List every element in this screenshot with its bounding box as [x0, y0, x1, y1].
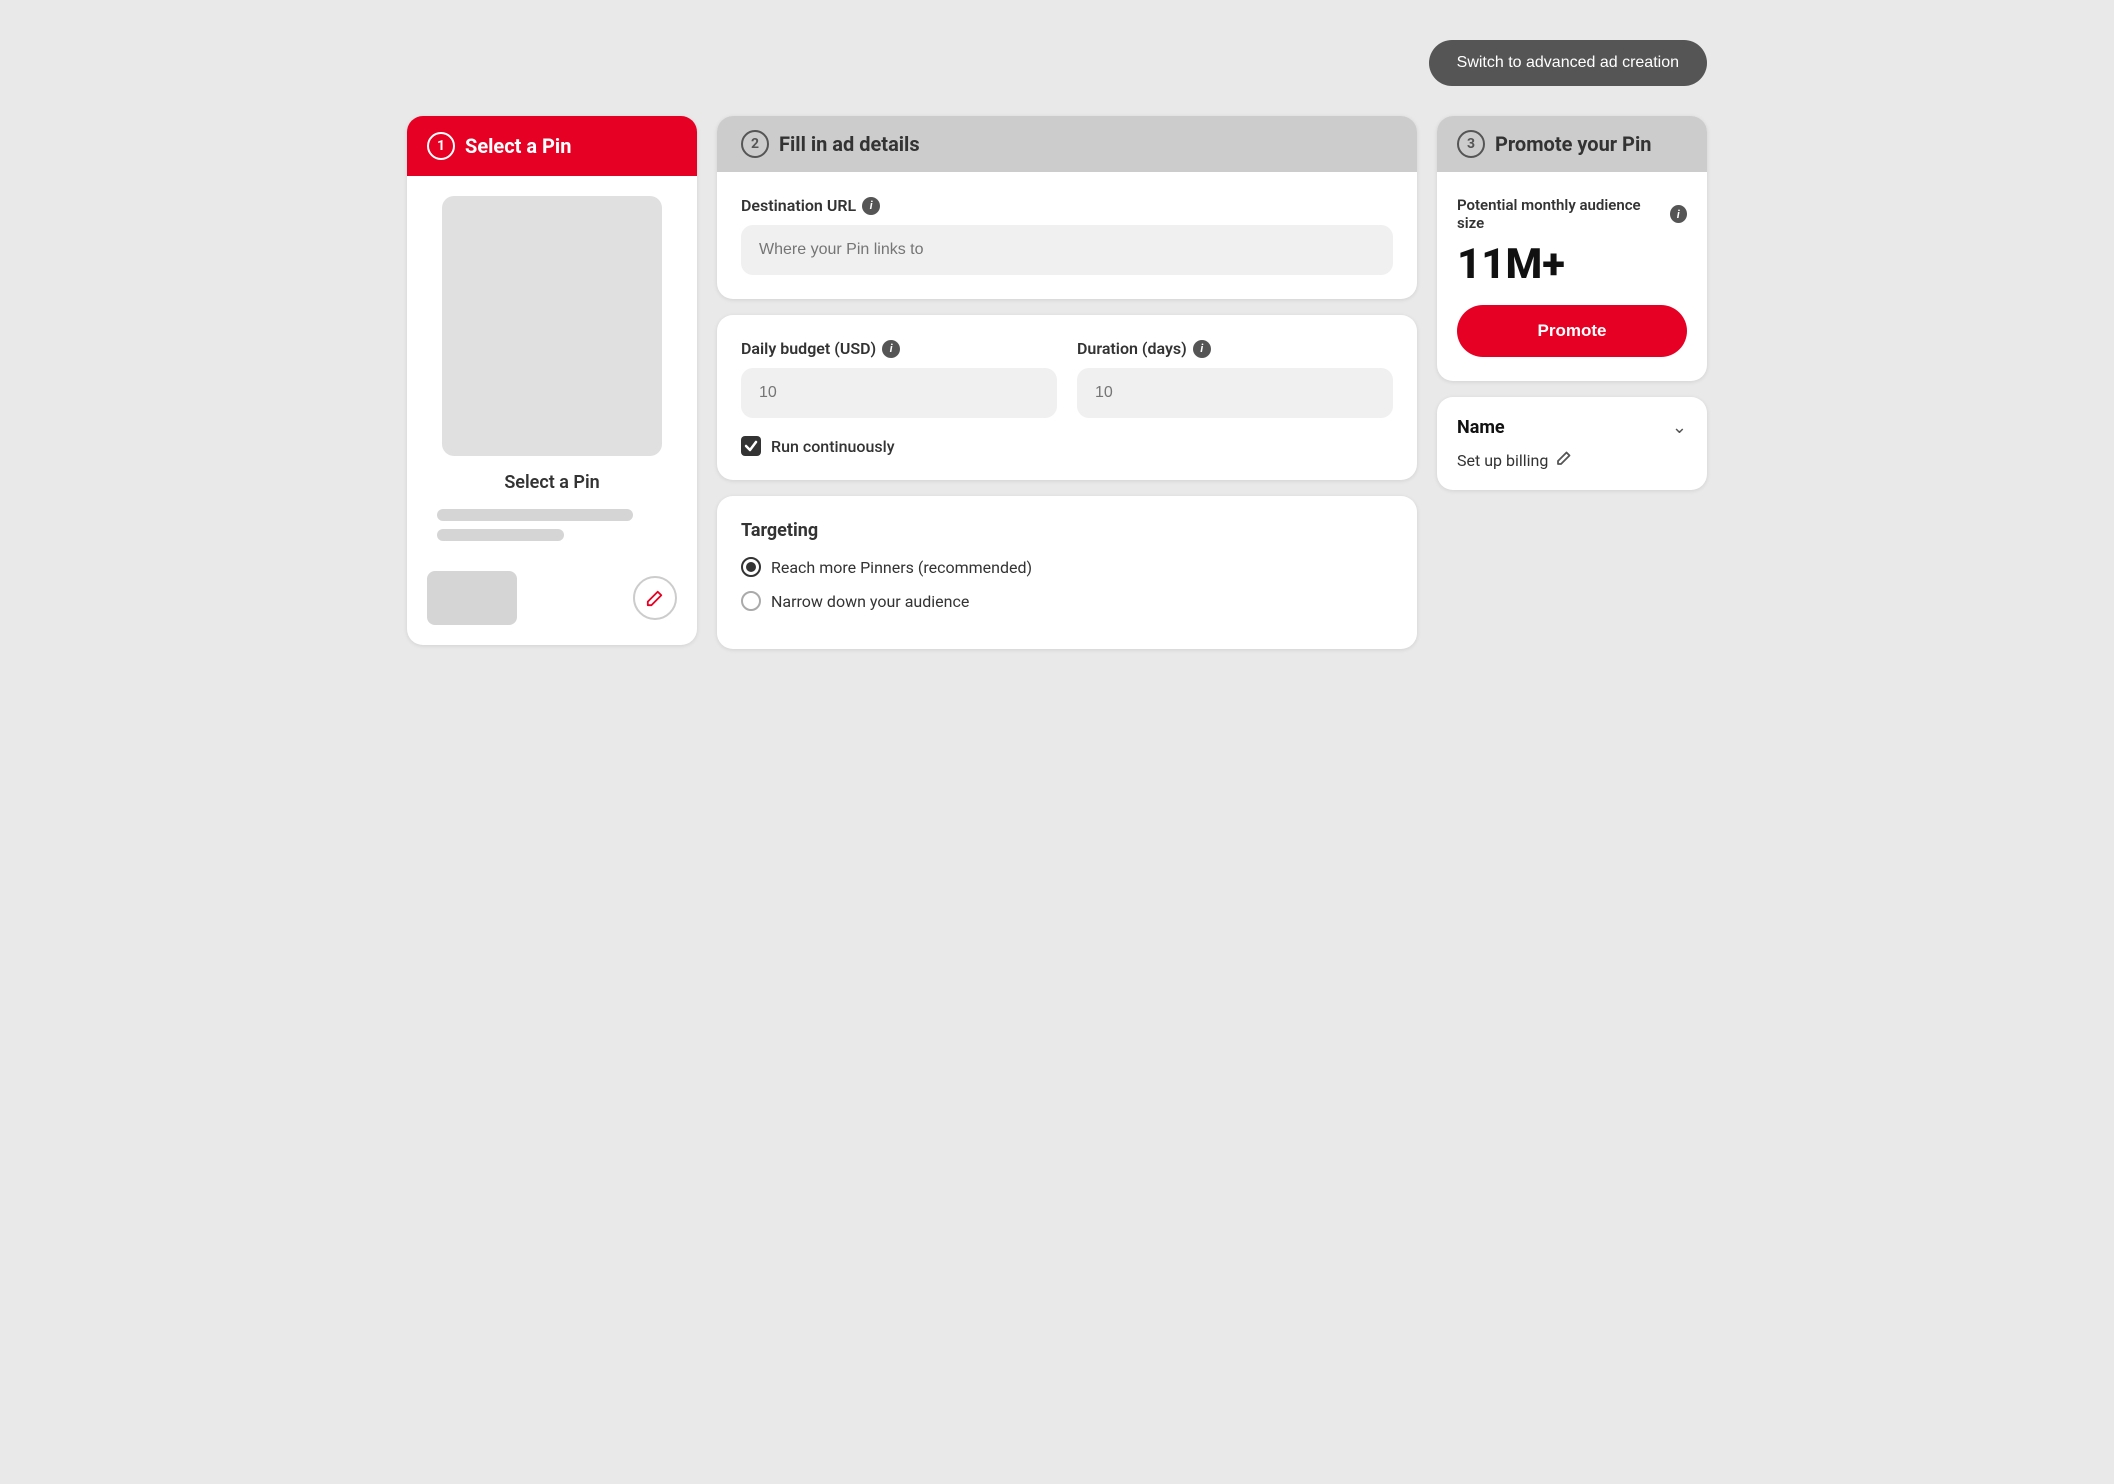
- targeting-section: Targeting Reach more Pinners (recommende…: [717, 496, 1417, 649]
- budget-duration-section: Daily budget (USD) i Duration (days) i: [717, 315, 1417, 480]
- panel1-title: Select a Pin: [465, 134, 571, 158]
- meta-line-long: [437, 509, 633, 521]
- run-continuously-checkbox[interactable]: [741, 436, 761, 456]
- pin-image-placeholder: [442, 196, 662, 456]
- panel2-header: 2 Fill in ad details: [717, 116, 1417, 172]
- step1-circle: 1: [427, 132, 455, 160]
- duration-info-icon[interactable]: i: [1193, 340, 1211, 358]
- panel-select-pin: 1 Select a Pin Select a Pin: [407, 116, 697, 645]
- audience-size-label: Potential monthly audience size i: [1457, 196, 1687, 232]
- budget-section-body: Daily budget (USD) i Duration (days) i: [717, 315, 1417, 480]
- pin-edit-button[interactable]: [633, 576, 677, 620]
- panel3-header: 3 Promote your Pin: [1437, 116, 1707, 172]
- select-pin-label: Select a Pin: [504, 472, 599, 493]
- destination-url-input[interactable]: [741, 225, 1393, 275]
- daily-budget-input[interactable]: [741, 368, 1057, 418]
- audience-label-text: Potential monthly audience size: [1457, 196, 1664, 232]
- panel3-title: Promote your Pin: [1495, 132, 1651, 156]
- pencil-icon: [646, 589, 664, 607]
- pin-meta-lines: [427, 509, 677, 541]
- run-continuously-label: Run continuously: [771, 437, 895, 456]
- chevron-down-icon[interactable]: ⌄: [1672, 417, 1687, 438]
- narrow-down-label: Narrow down your audience: [771, 592, 969, 611]
- duration-label: Duration (days) i: [1077, 339, 1393, 358]
- budget-duration-row: Daily budget (USD) i Duration (days) i: [741, 339, 1393, 418]
- edit-billing-icon[interactable]: [1556, 450, 1572, 470]
- billing-header-row: Name ⌄: [1457, 417, 1687, 438]
- top-bar: Switch to advanced ad creation: [407, 40, 1707, 86]
- reach-more-label: Reach more Pinners (recommended): [771, 558, 1032, 577]
- step3-circle: 3: [1457, 130, 1485, 158]
- audience-info-icon[interactable]: i: [1670, 205, 1687, 223]
- panel-promote: 3 Promote your Pin Potential monthly aud…: [1437, 116, 1707, 490]
- reach-more-pinners-option[interactable]: Reach more Pinners (recommended): [741, 557, 1393, 577]
- panel2-section-header: 2 Fill in ad details Destination URL i: [717, 116, 1417, 299]
- duration-label-text: Duration (days): [1077, 339, 1187, 358]
- narrow-down-radio[interactable]: [741, 591, 761, 611]
- destination-url-label: Destination URL i: [741, 196, 1393, 215]
- step2-circle: 2: [741, 130, 769, 158]
- duration-input[interactable]: [1077, 368, 1393, 418]
- budget-field: Daily budget (USD) i: [741, 339, 1057, 418]
- meta-line-short: [437, 529, 564, 541]
- billing-section: Name ⌄ Set up billing: [1437, 397, 1707, 490]
- destination-url-info-icon[interactable]: i: [862, 197, 880, 215]
- billing-name: Name: [1457, 417, 1505, 438]
- targeting-title: Targeting: [741, 520, 1393, 541]
- promote-top-section: 3 Promote your Pin Potential monthly aud…: [1437, 116, 1707, 381]
- audience-size-value: 11M+: [1457, 240, 1687, 289]
- pin-preview-area: Select a Pin: [407, 176, 697, 561]
- run-continuously-row[interactable]: Run continuously: [741, 436, 1393, 456]
- destination-url-label-text: Destination URL: [741, 196, 856, 215]
- budget-info-icon[interactable]: i: [882, 340, 900, 358]
- setup-billing-row: Set up billing: [1457, 450, 1687, 470]
- panel-ad-details: 2 Fill in ad details Destination URL i D…: [717, 116, 1417, 649]
- promote-button[interactable]: Promote: [1457, 305, 1687, 357]
- pin-thumb-placeholder: [427, 571, 517, 625]
- reach-more-radio[interactable]: [741, 557, 761, 577]
- targeting-section-body: Targeting Reach more Pinners (recommende…: [717, 496, 1417, 649]
- main-layout: 1 Select a Pin Select a Pin 2: [407, 116, 1707, 649]
- panel2-title: Fill in ad details: [779, 132, 920, 156]
- destination-url-section: Destination URL i: [717, 172, 1417, 299]
- narrow-down-option[interactable]: Narrow down your audience: [741, 591, 1393, 611]
- pin-bottom-row: [407, 561, 697, 645]
- budget-label-text: Daily budget (USD): [741, 339, 876, 358]
- panel1-header: 1 Select a Pin: [407, 116, 697, 176]
- setup-billing-text: Set up billing: [1457, 451, 1548, 470]
- reach-more-radio-inner: [746, 562, 756, 572]
- checkmark-icon: [744, 439, 758, 453]
- duration-field: Duration (days) i: [1077, 339, 1393, 418]
- budget-label: Daily budget (USD) i: [741, 339, 1057, 358]
- promote-body: Potential monthly audience size i 11M+ P…: [1437, 172, 1707, 381]
- switch-advanced-btn[interactable]: Switch to advanced ad creation: [1429, 40, 1707, 86]
